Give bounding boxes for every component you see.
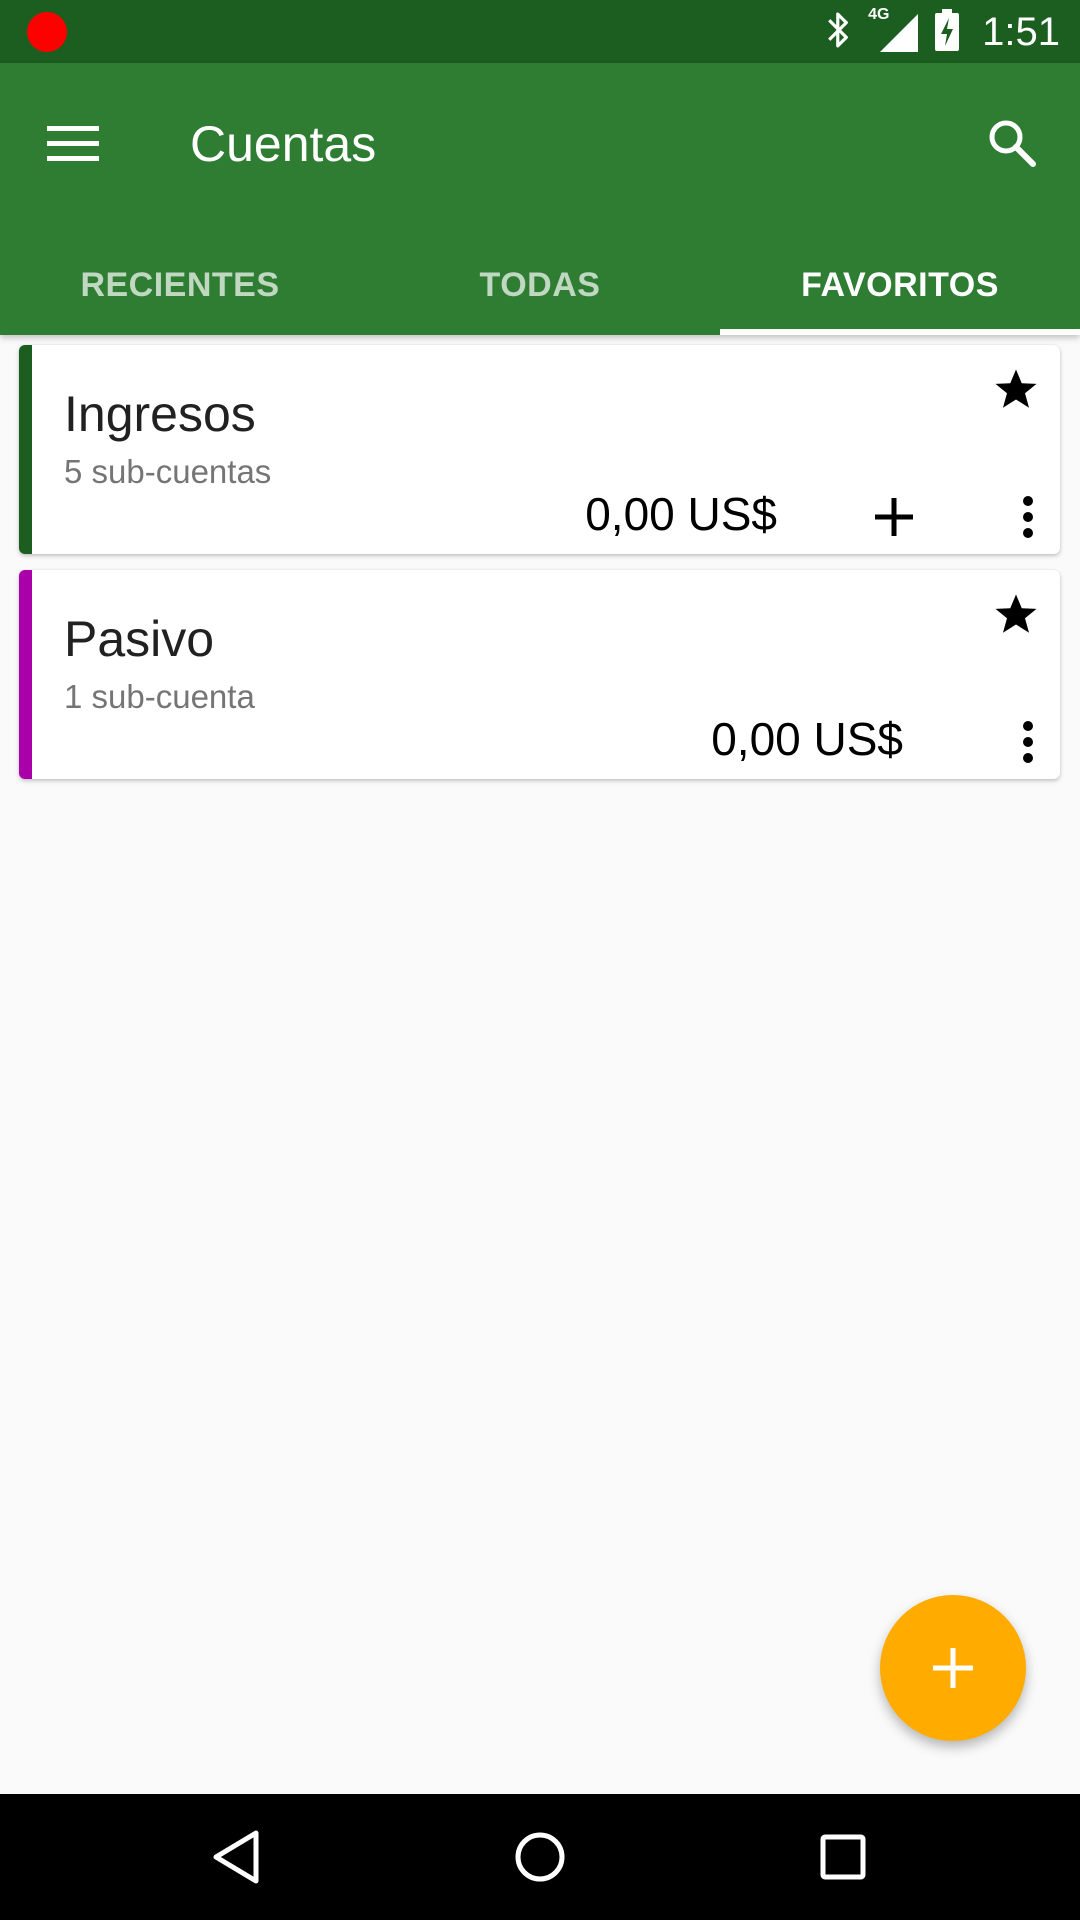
back-icon xyxy=(213,1830,259,1884)
page-title: Cuentas xyxy=(190,116,377,172)
cell-signal-icon: 4G xyxy=(868,6,920,54)
status-icons: 4G 1:51 xyxy=(824,6,1060,57)
account-balance: 0,00 US$ xyxy=(711,713,903,765)
add-account-fab[interactable] xyxy=(880,1595,1026,1741)
star-icon xyxy=(995,369,1037,408)
account-card-pasivo[interactable]: Pasivo 1 sub-cuenta 0,00 US$ xyxy=(19,570,1060,779)
home-button[interactable] xyxy=(500,1817,580,1897)
favorite-button[interactable] xyxy=(988,586,1044,642)
search-button[interactable] xyxy=(972,103,1052,183)
plus-icon xyxy=(875,498,913,536)
screen: 4G 1:51 Cuentas RECIENTES TODAS FAVORITO… xyxy=(0,0,1080,1920)
tab-todas[interactable]: TODAS xyxy=(360,235,720,335)
account-balance: 0,00 US$ xyxy=(585,488,777,540)
add-transaction-button[interactable] xyxy=(864,487,924,547)
menu-button[interactable] xyxy=(36,107,110,181)
navigation-bar xyxy=(0,1794,1080,1920)
more-options-button[interactable] xyxy=(1008,712,1048,772)
search-icon xyxy=(989,120,1036,167)
account-color-stripe xyxy=(19,570,32,779)
recents-icon xyxy=(820,1834,866,1880)
hamburger-menu-icon xyxy=(47,126,99,161)
battery-charging-icon xyxy=(934,8,960,57)
account-subaccount-count: 1 sub-cuenta xyxy=(64,678,255,715)
account-name: Ingresos xyxy=(64,386,256,442)
account-color-stripe xyxy=(19,345,32,554)
more-vert-icon xyxy=(1023,721,1033,763)
home-icon xyxy=(515,1832,565,1882)
tab-recientes[interactable]: RECIENTES xyxy=(0,235,360,335)
recording-icon xyxy=(27,12,67,52)
clock: 1:51 xyxy=(982,9,1060,54)
tab-bar: RECIENTES TODAS FAVORITOS xyxy=(0,235,1080,335)
app-bar: Cuentas RECIENTES TODAS FAVORITOS xyxy=(0,63,1080,335)
status-bar: 4G 1:51 xyxy=(0,0,1080,63)
star-icon xyxy=(995,594,1037,633)
favorite-button[interactable] xyxy=(988,361,1044,417)
plus-icon xyxy=(933,1648,973,1688)
bluetooth-icon xyxy=(824,8,854,57)
more-vert-icon xyxy=(1023,496,1033,538)
back-button[interactable] xyxy=(196,1817,276,1897)
tab-favoritos[interactable]: FAVORITOS xyxy=(720,235,1080,335)
account-card-ingresos[interactable]: Ingresos 5 sub-cuentas 0,00 US$ xyxy=(19,345,1060,554)
recents-button[interactable] xyxy=(803,1817,883,1897)
account-name: Pasivo xyxy=(64,611,215,667)
more-options-button[interactable] xyxy=(1008,487,1048,547)
account-subaccount-count: 5 sub-cuentas xyxy=(64,453,272,490)
